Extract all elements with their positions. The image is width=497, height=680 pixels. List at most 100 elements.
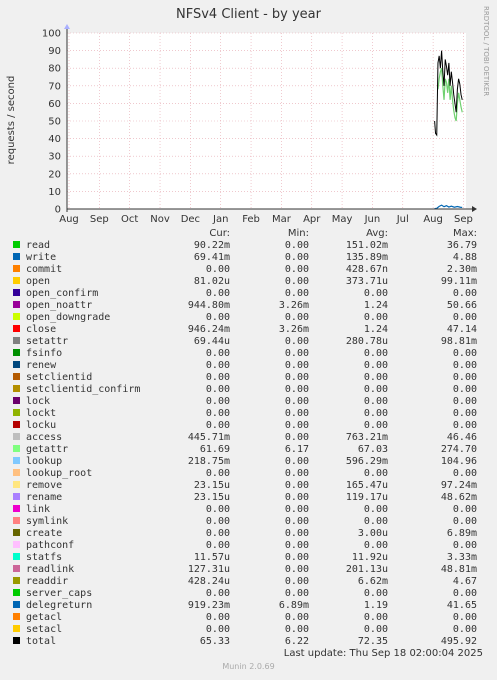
legend-avg-value: 0.00 [364,372,388,383]
legend-avg-value: 0.00 [364,408,388,419]
legend-swatch-open_downgrade [13,313,20,320]
chart: NFSv4 Client - by year requests / second… [6,6,490,671]
legend-max-value: 0.00 [453,624,477,635]
x-tick-label: Apr [303,214,321,225]
legend-max-value: 48.81m [441,564,477,575]
legend-cur-value: 0.00 [206,528,230,539]
legend-label-read: read [26,240,50,251]
legend-cur-value: 0.00 [206,588,230,599]
legend-max-value: 6.89m [447,528,477,539]
legend-avg-value: 596.29m [346,456,388,467]
legend-avg-value: 119.17u [346,492,388,503]
legend-swatch-read [13,241,20,248]
legend-max-value: 0.00 [453,468,477,479]
legend-swatch-total [13,637,20,644]
legend-avg-value: 0.00 [364,468,388,479]
legend-label-lookup: lookup [26,456,62,467]
y-tick-label: 50 [48,117,61,128]
legend-swatch-pathconf [13,541,20,548]
legend-label-write: write [26,252,56,263]
legend-max-value: 36.79 [447,240,477,251]
legend-swatch-lookup [13,457,20,464]
legend-swatch-server_caps [13,589,20,596]
legend-min-value: 0.00 [285,372,309,383]
legend-swatch-readdir [13,577,20,584]
legend-cur-value: 0.00 [206,408,230,419]
legend-cur-value: 65.33 [200,636,230,647]
legend-label-setattr: setattr [26,336,68,347]
legend-swatch-lookup_root [13,469,20,476]
legend-max-value: 0.00 [453,516,477,527]
legend-min-value: 0.00 [285,312,309,323]
legend-cur-value: 23.15u [194,492,230,503]
legend-cur-value: 0.00 [206,420,230,431]
x-tick-label: Dec [181,214,200,225]
x-tick-label: Nov [150,214,170,225]
legend-label-setclientid_confirm: setclientid_confirm [26,384,140,395]
legend-label-server_caps: server_caps [26,588,92,599]
legend-min-value: 0.00 [285,252,309,263]
legend-swatch-link [13,505,20,512]
legend-cur-value: 946.24m [188,324,230,335]
legend-min-value: 0.00 [285,576,309,587]
legend-max-value: 0.00 [453,396,477,407]
legend-max-value: 50.66 [447,300,477,311]
legend-max-value: 0.00 [453,408,477,419]
legend-cur-value: 69.44u [194,336,230,347]
legend-avg-value: 1.24 [364,324,388,335]
legend-cur-value: 0.00 [206,348,230,359]
legend-max-value: 4.88 [453,252,477,263]
legend-cur-value: 0.00 [206,516,230,527]
legend-min-value: 0.00 [285,468,309,479]
legend-avg-value: 11.92u [352,552,388,563]
legend-max-value: 274.70 [441,444,477,455]
legend-min-value: 0.00 [285,552,309,563]
legend-cur-value: 23.15u [194,480,230,491]
legend-cur-value: 0.00 [206,468,230,479]
legend-swatch-statfs [13,553,20,560]
legend-label-open_downgrade: open_downgrade [26,312,110,323]
x-tick-label: Sep [90,214,109,225]
legend-max-value: 2.30m [447,264,477,275]
legend-label-create: create [26,528,62,539]
legend-avg-value: 3.00u [358,528,388,539]
legend-min-value: 3.26m [279,300,309,311]
legend-cur-value: 0.00 [206,396,230,407]
legend-min-value: 0.00 [285,240,309,251]
legend-min-value: 0.00 [285,348,309,359]
x-tick-label: Jul [396,214,409,225]
legend-max-value: 4.67 [453,576,477,587]
legend-max-value: 48.62m [441,492,477,503]
y-ticks: 0102030405060708090100 [42,29,61,216]
legend-min-value: 0.00 [285,492,309,503]
y-axis-label: requests / second [6,76,17,165]
legend-avg-value: 201.13u [346,564,388,575]
legend-max-value: 3.33m [447,552,477,563]
legend-label-getattr: getattr [26,444,68,455]
y-tick-label: 20 [48,169,61,180]
x-tick-label: Mar [272,214,292,225]
legend-avg-value: 0.00 [364,384,388,395]
legend-swatch-setclientid_confirm [13,385,20,392]
legend-label-rename: rename [26,492,62,503]
legend-min-value: 0.00 [285,276,309,287]
legend-swatch-open_noattr [13,301,20,308]
legend-max-value: 0.00 [453,588,477,599]
legend-max-value: 0.00 [453,540,477,551]
legend-label-readlink: readlink [26,564,74,575]
legend-min-value: 0.00 [285,504,309,515]
legend-min-value: 0.00 [285,480,309,491]
x-tick-label: Jun [364,214,381,225]
legend-label-total: total [26,636,56,647]
legend-label-lock: lock [26,396,50,407]
legend-cur-value: 0.00 [206,540,230,551]
legend-avg-value: 0.00 [364,588,388,599]
legend-label-lockt: lockt [26,408,56,419]
legend-avg-value: 0.00 [364,420,388,431]
legend-cur-value: 69.41m [194,252,230,263]
legend-min-value: 0.00 [285,624,309,635]
legend-column-header: Min: [288,228,309,239]
x-tick-label: Feb [242,214,260,225]
x-tick-label: Aug [59,214,79,225]
legend-avg-value: 0.00 [364,360,388,371]
